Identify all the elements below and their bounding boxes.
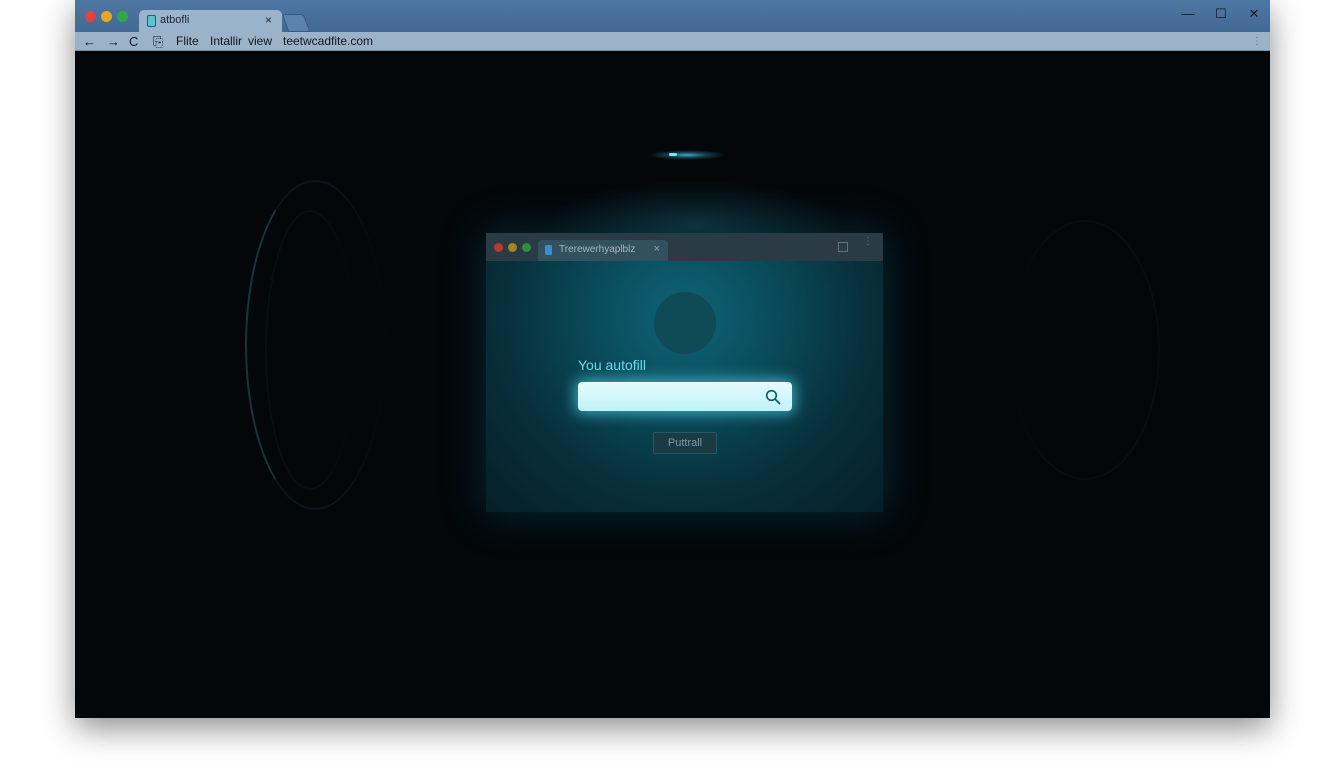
tab-favicon-icon — [147, 15, 156, 27]
inner-more-icon[interactable]: ⋮ — [863, 237, 873, 247]
autofill-label: You autofill — [578, 357, 646, 373]
clipboard-icon[interactable]: ⎘ — [153, 34, 163, 49]
address-bar[interactable]: teetwcadfite.com — [283, 34, 373, 49]
minimize-icon[interactable]: — — [1178, 6, 1198, 21]
inner-titlebar: Trerewerhyaplblz × ⋮ — [486, 233, 883, 261]
minimize-dot-icon[interactable] — [508, 243, 517, 252]
new-tab-button[interactable] — [281, 14, 311, 32]
lock-icon — [545, 245, 552, 255]
browser-titlebar: atbofli × — ☐ ✕ — [75, 0, 1270, 32]
close-icon[interactable]: ✕ — [1244, 6, 1264, 22]
autofill-action-button[interactable]: Puttrall — [653, 432, 717, 454]
background-swirl — [1010, 220, 1160, 480]
back-arrow-icon[interactable]: ← — [83, 34, 96, 49]
autofill-search-input[interactable] — [578, 382, 792, 411]
avatar — [654, 292, 716, 354]
inner-tab-close-icon[interactable]: × — [654, 243, 660, 255]
close-dot-icon[interactable] — [85, 11, 96, 22]
inner-maximize-icon[interactable] — [838, 242, 848, 252]
tab-close-icon[interactable]: × — [265, 13, 272, 27]
browser-toolbar: ← → C ⎘ Flite Intallir view teetwcadfite… — [75, 32, 1270, 51]
browser-tab[interactable]: atbofli × — [139, 10, 282, 32]
browser-window: atbofli × — ☐ ✕ ← → C ⎘ Flite Intallir v… — [75, 0, 1270, 718]
menu-item-intallir[interactable]: Intallir — [210, 34, 242, 49]
glow-light-dot — [669, 153, 677, 156]
inner-tab-title: Trerewerhyaplblz — [559, 244, 636, 255]
menu-item-flite[interactable]: Flite — [176, 34, 199, 49]
autofill-dialog-window: Trerewerhyaplblz × ⋮ You autofill Puttra… — [486, 233, 883, 512]
background-swirl — [265, 210, 355, 490]
maximize-icon[interactable]: ☐ — [1211, 6, 1231, 22]
glow-light — [648, 150, 726, 160]
zoom-dot-icon[interactable] — [117, 11, 128, 22]
zoom-dot-icon[interactable] — [522, 243, 531, 252]
forward-arrow-icon[interactable]: → — [107, 34, 120, 49]
inner-browser-tab[interactable]: Trerewerhyaplblz × — [538, 240, 668, 261]
minimize-dot-icon[interactable] — [101, 11, 112, 22]
close-dot-icon[interactable] — [494, 243, 503, 252]
tab-title: atbofli — [160, 14, 190, 26]
search-icon[interactable] — [765, 389, 781, 405]
more-menu-icon[interactable]: ⋮ — [1252, 34, 1262, 49]
menu-item-view[interactable]: view — [248, 34, 272, 49]
reload-icon[interactable]: C — [129, 34, 138, 49]
inner-more-glyph: ⋮ — [863, 236, 873, 247]
